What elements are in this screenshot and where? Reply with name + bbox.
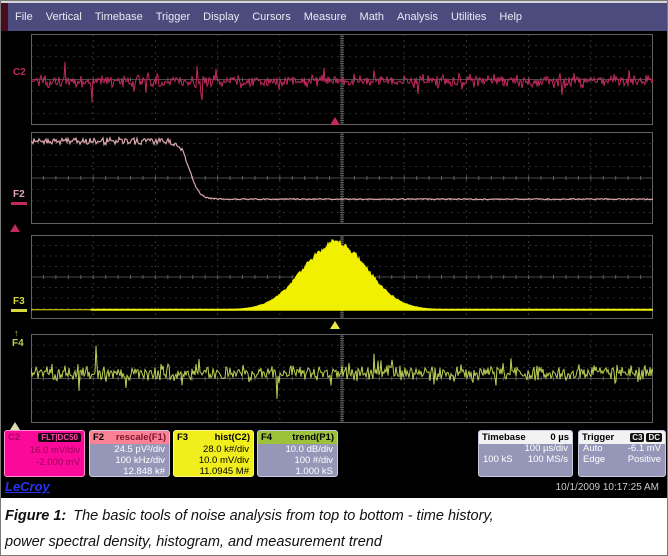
figure-caption-line2: power spectral density, histogram, and m…: [5, 534, 382, 550]
panel-c2-time-history[interactable]: [31, 34, 653, 125]
menu-item-measure[interactable]: Measure: [304, 11, 347, 23]
f2-offset-marker[interactable]: [10, 224, 20, 232]
f4-points: 1.000 kS: [258, 467, 333, 477]
c2-trace-label: C2: [13, 68, 26, 78]
c2-trigger-time-marker[interactable]: [330, 117, 340, 125]
figure-caption-line1: The basic tools of noise analysis from t…: [73, 508, 493, 524]
panel-f3-histogram[interactable]: [31, 235, 653, 319]
f2-points: 12.848 k#: [90, 467, 165, 477]
f3-function-name: F3: [177, 432, 188, 443]
panel-f4-trend[interactable]: [31, 334, 653, 423]
menu-item-file[interactable]: File: [15, 11, 33, 23]
timestamp: 10/1/2009 10:17:25 AM: [556, 482, 659, 493]
f2-function-title: rescale(F1): [116, 432, 166, 443]
trigger-coupling-badge: DC: [646, 433, 662, 442]
f3-trace-label: F3: [13, 297, 25, 307]
menu-item-trigger[interactable]: Trigger: [156, 11, 190, 23]
figure-caption-prefix: Figure 1:: [5, 508, 66, 524]
menu-item-display[interactable]: Display: [203, 11, 239, 23]
f4-arrow-icon: ↑: [14, 328, 19, 338]
f2-descriptor-box[interactable]: F2 rescale(F1) 24.5 pV²/div 100 kHz/div …: [89, 430, 170, 477]
f4-function-title: trend(P1): [292, 432, 334, 443]
f3-descriptor-box[interactable]: F3 hist(C2) 28.0 k#/div 10.0 mV/div 11.0…: [173, 430, 254, 477]
f3-function-title: hist(C2): [215, 432, 250, 443]
f4-horiz-scale: 100 #/div: [258, 456, 333, 467]
menu-bar: File Vertical Timebase Trigger Display C…: [1, 3, 668, 31]
trigger-title: Trigger: [582, 432, 614, 443]
c2-descriptor-box[interactable]: C2 FLT|DC50 16.0 mV/div -2.000 mV: [4, 430, 85, 477]
trigger-source-badge: C3: [630, 433, 644, 442]
menu-item-cursors[interactable]: Cursors: [252, 11, 291, 23]
c2-volts-per-div: 16.0 mV/div: [5, 445, 80, 457]
f2-trace-label: F2: [13, 190, 25, 200]
timebase-rate: 100 MS/s: [528, 455, 568, 466]
f3-horiz-scale: 10.0 mV/div: [174, 456, 249, 467]
f2-horiz-scale: 100 kHz/div: [90, 456, 165, 467]
window-edge-accent: [1, 3, 8, 31]
f4-function-name: F4: [261, 432, 272, 443]
f3-center-marker[interactable]: [330, 321, 340, 329]
f3-level-bar: [11, 309, 27, 312]
timebase-box[interactable]: Timebase 0 µs 100 µs/div 100 kS 100 MS/s: [478, 430, 573, 477]
f2-function-name: F2: [93, 432, 104, 443]
f4-offset-marker[interactable]: [10, 422, 20, 430]
c2-channel-name: C2: [8, 432, 20, 443]
figure-caption: Figure 1: The basic tools of noise analys…: [1, 498, 668, 556]
timebase-delay: 0 µs: [550, 432, 569, 443]
f4-trace-label: F4: [12, 339, 24, 349]
menu-item-vertical[interactable]: Vertical: [46, 11, 82, 23]
menu-item-timebase[interactable]: Timebase: [95, 11, 143, 23]
menu-item-utilities[interactable]: Utilities: [451, 11, 486, 23]
f2-level-bar: [11, 202, 27, 205]
oscilloscope-screen: File Vertical Timebase Trigger Display C…: [0, 0, 668, 556]
menu-item-analysis[interactable]: Analysis: [397, 11, 438, 23]
trigger-box[interactable]: Trigger C3 DC Auto -6.1 mV Edge Positive: [578, 430, 666, 477]
menu-item-math[interactable]: Math: [360, 11, 384, 23]
menu-item-help[interactable]: Help: [499, 11, 522, 23]
trigger-slope: Positive: [628, 455, 661, 466]
trigger-type: Edge: [583, 455, 605, 466]
timebase-title: Timebase: [482, 432, 526, 443]
c2-offset-value: -2.000 mV: [5, 457, 80, 469]
lecroy-logo: LeCroy: [5, 479, 50, 494]
timebase-samples: 100 kS: [483, 455, 513, 466]
f4-descriptor-box[interactable]: F4 trend(P1) 10.0 dB/div 100 #/div 1.000…: [257, 430, 338, 477]
panel-f2-power-spectral-density[interactable]: [31, 132, 653, 224]
c2-coupling-badge: FLT|DC50: [38, 433, 81, 442]
f3-population: 11.0945 M#: [174, 467, 249, 477]
